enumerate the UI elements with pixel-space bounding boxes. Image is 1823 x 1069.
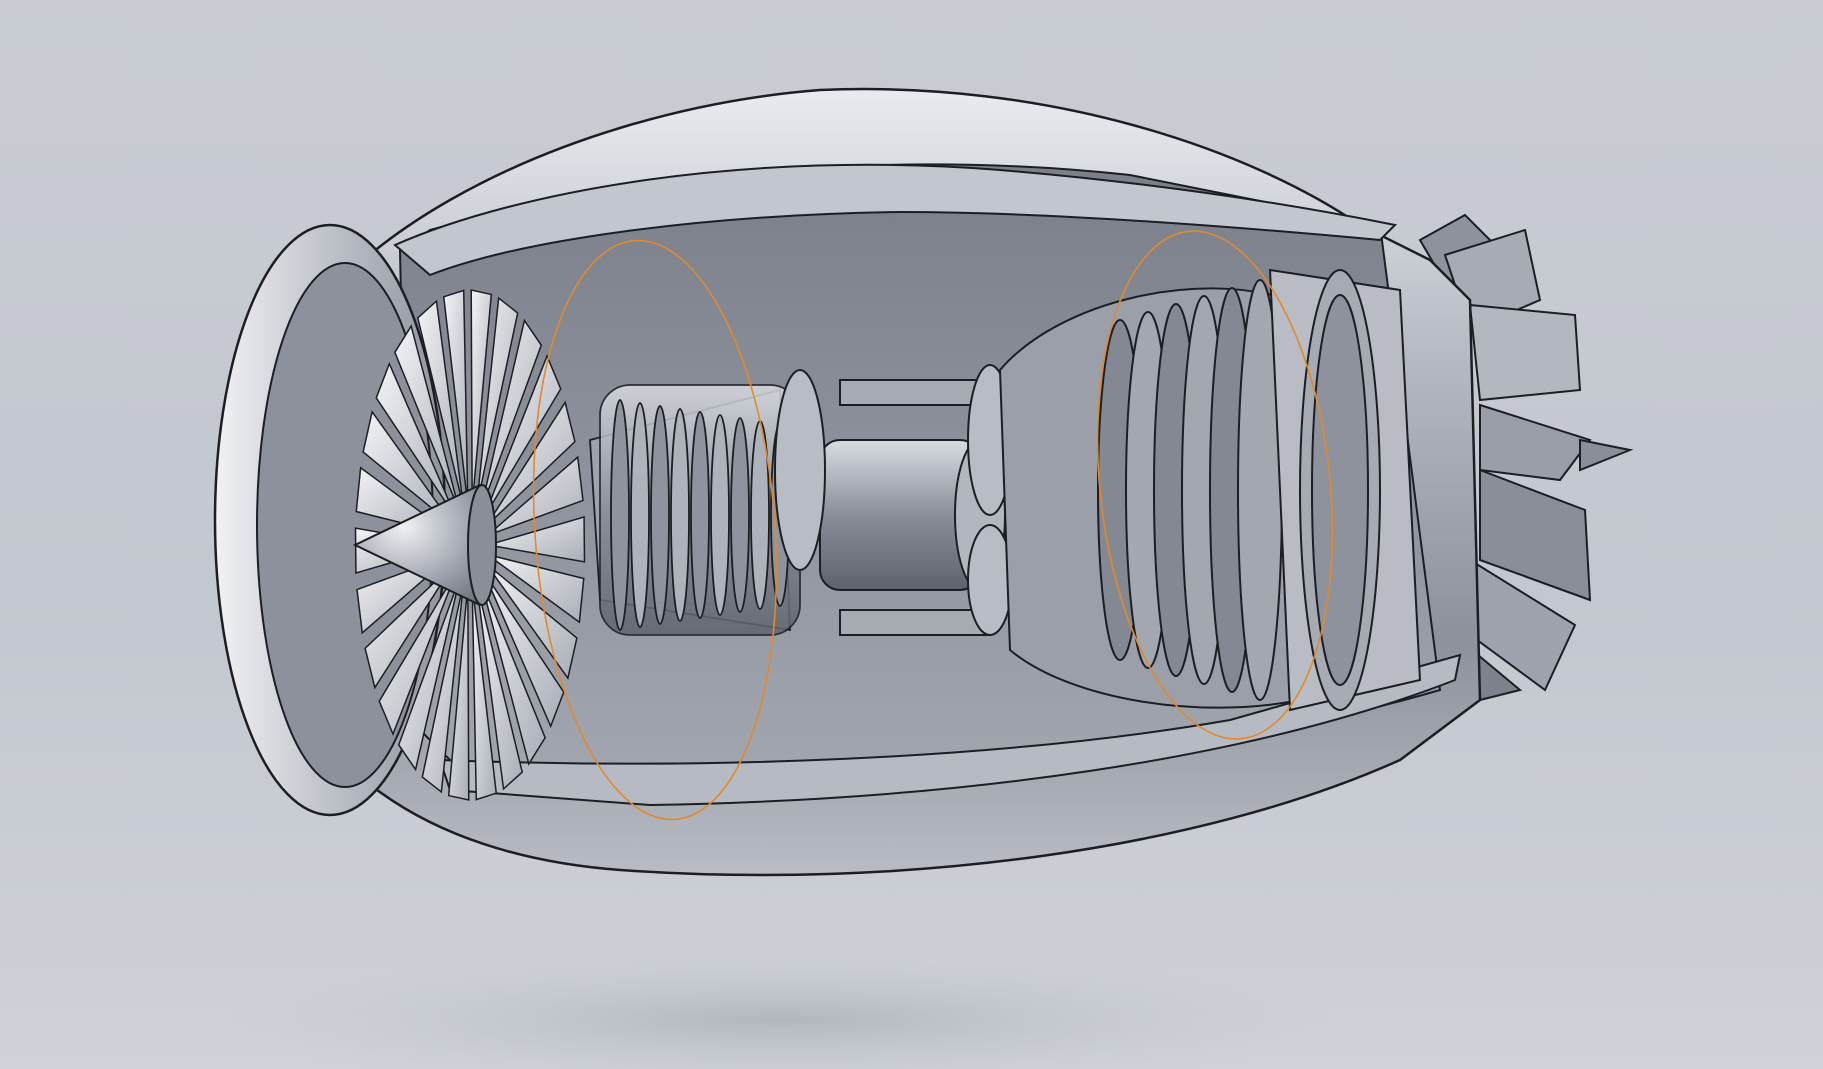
compressor-stage bbox=[670, 408, 690, 622]
exhaust-case bbox=[1268, 268, 1422, 712]
model-graphics-area[interactable] bbox=[0, 0, 1823, 1069]
compressor-stage bbox=[730, 417, 750, 613]
compressor-stage bbox=[610, 399, 630, 631]
compressor-stage bbox=[690, 411, 710, 619]
compressor-stage bbox=[630, 402, 650, 628]
cad-viewport[interactable] bbox=[0, 0, 1823, 1069]
turbine-section bbox=[998, 279, 1302, 709]
ground-shadow bbox=[220, 950, 1340, 1069]
compressor-section bbox=[589, 384, 801, 636]
compressor-stage bbox=[710, 414, 730, 616]
spinner-base bbox=[467, 484, 497, 606]
compressor-stage bbox=[650, 405, 670, 625]
